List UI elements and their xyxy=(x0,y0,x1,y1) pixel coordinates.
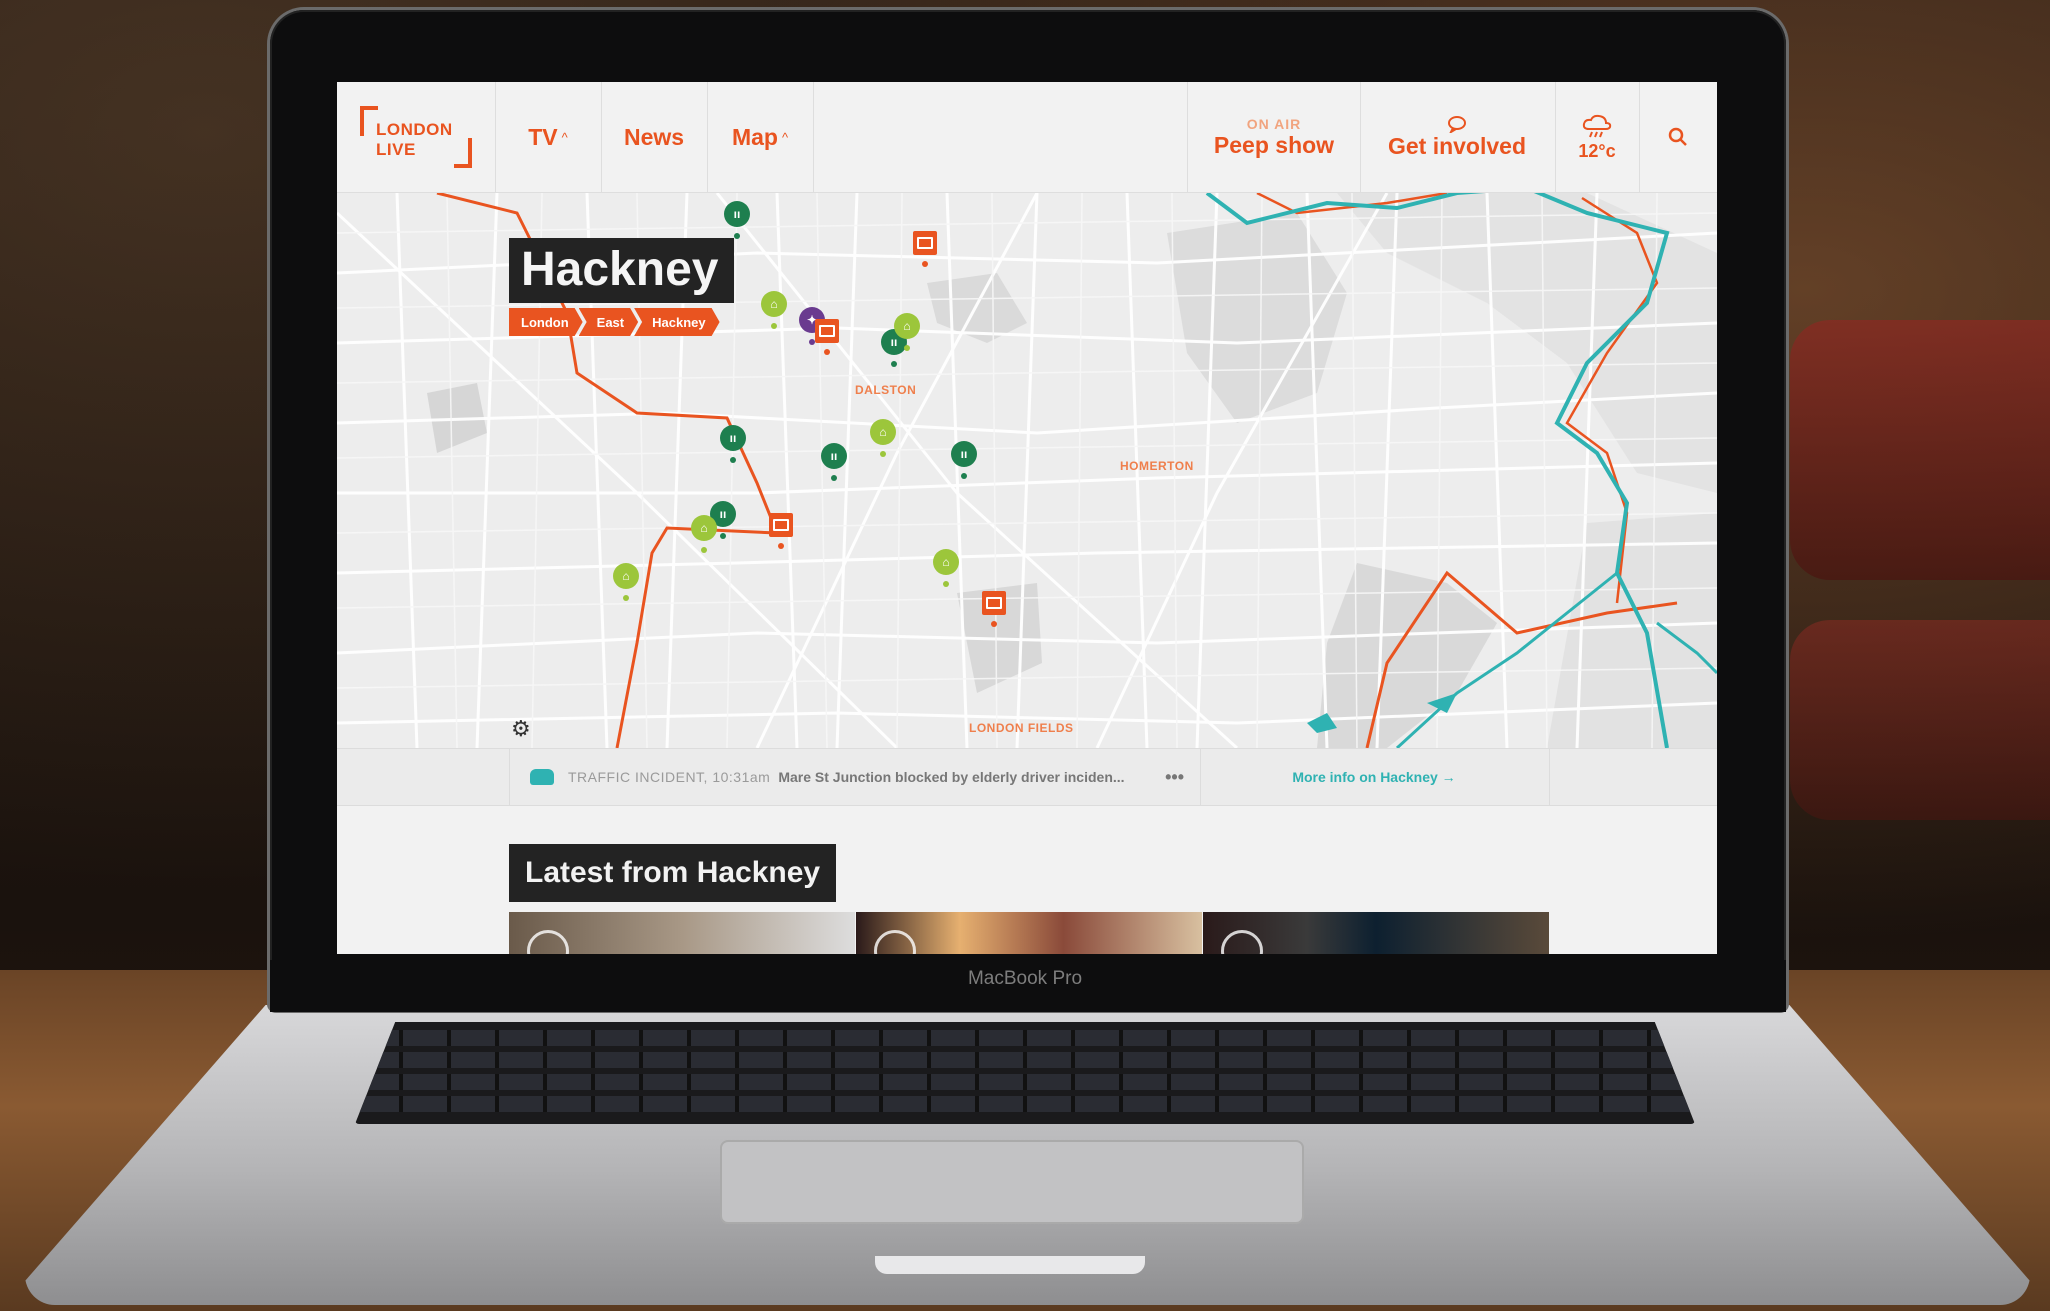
map-marker-culture[interactable]: ⌂ xyxy=(761,291,787,329)
background-chair xyxy=(1790,320,2050,580)
nav-news[interactable]: News xyxy=(601,82,708,192)
background-chair xyxy=(1790,620,2050,820)
breadcrumb: London East Hackney xyxy=(509,308,716,336)
search-button[interactable] xyxy=(1639,82,1717,192)
video-thumbnail[interactable] xyxy=(856,912,1202,954)
more-info-label: More info on Hackney → xyxy=(1292,769,1456,785)
map-marker-culture[interactable]: ⌂ xyxy=(894,313,920,351)
incident-label: TRAFFIC INCIDENT, 10:31am xyxy=(568,769,771,785)
map-marker-media[interactable] xyxy=(769,513,793,549)
weather-widget[interactable]: 12°c xyxy=(1555,82,1640,192)
map-marker-media[interactable] xyxy=(913,231,937,267)
latest-section-heading: Latest from Hackney xyxy=(509,844,837,902)
speech-bubble-icon xyxy=(1448,115,1466,133)
map-marker-culture[interactable]: ⌂ xyxy=(691,515,717,553)
traffic-incident[interactable]: TRAFFIC INCIDENT, 10:31am Mare St Juncti… xyxy=(509,749,1201,805)
latest-title: Latest from Hackney xyxy=(525,856,821,889)
more-info-link[interactable]: More info on Hackney → xyxy=(1199,749,1550,805)
map-label-homerton: HOMERTON xyxy=(1120,459,1194,473)
area-title-box: Hackney xyxy=(509,238,735,303)
top-navigation: LONDON LIVE TV ^ News Map ^ ON AIR Peep … xyxy=(337,82,1717,193)
breadcrumb-east[interactable]: East xyxy=(579,308,638,336)
keyboard xyxy=(355,1022,1695,1124)
search-icon xyxy=(1668,127,1687,146)
nav-tv[interactable]: TV ^ xyxy=(495,82,602,192)
laptop-screen: LONDON LIVE TV ^ News Map ^ ON AIR Peep … xyxy=(337,82,1717,954)
breadcrumb-hackney[interactable]: Hackney xyxy=(634,308,719,336)
nav-news-label: News xyxy=(623,123,685,150)
nav-tv-label: TV xyxy=(528,123,558,150)
logo[interactable]: LONDON LIVE xyxy=(337,82,496,192)
incident-text: Mare St Junction blocked by elderly driv… xyxy=(778,769,1125,785)
logo-text-line1: LONDON xyxy=(376,120,453,139)
map-marker-culture[interactable]: ⌂ xyxy=(933,549,959,587)
car-icon xyxy=(530,769,554,785)
video-thumbnail[interactable] xyxy=(509,912,855,954)
nav-map[interactable]: Map ^ xyxy=(707,82,814,192)
area-title: Hackney xyxy=(521,243,719,296)
get-involved-label: Get involved xyxy=(1387,132,1527,159)
on-air-label: ON AIR xyxy=(1246,115,1302,132)
play-icon xyxy=(874,930,916,954)
map-label-dalston: DALSTON xyxy=(855,383,917,397)
gear-icon[interactable]: ⚙ xyxy=(511,716,531,742)
get-involved-button[interactable]: Get involved xyxy=(1359,82,1556,192)
trackpad xyxy=(720,1140,1304,1224)
breadcrumb-london[interactable]: London xyxy=(509,308,583,336)
map-label-london-fields: LONDON FIELDS xyxy=(969,721,1074,735)
play-icon xyxy=(1221,930,1263,954)
map-marker-culture[interactable]: ⌂ xyxy=(613,563,639,601)
traffic-ticker: TRAFFIC INCIDENT, 10:31am Mare St Juncti… xyxy=(337,748,1717,806)
play-icon xyxy=(527,930,569,954)
chevron-up-icon: ^ xyxy=(781,129,789,145)
nav-map-label: Map xyxy=(731,123,778,150)
map-marker-food[interactable]: ıı xyxy=(821,443,847,481)
map-marker-culture[interactable]: ⌂ xyxy=(870,419,896,457)
map-marker-food[interactable]: ıı xyxy=(720,425,746,463)
laptop-brand: MacBook Pro xyxy=(967,968,1083,989)
more-dots-icon[interactable]: ••• xyxy=(1165,767,1184,788)
temperature: 12°c xyxy=(1578,140,1616,161)
video-thumbnail[interactable] xyxy=(1203,912,1549,954)
rain-cloud-icon xyxy=(1582,114,1612,137)
hackney-map[interactable]: Hackney London East Hackney DALSTON HOME… xyxy=(337,193,1717,748)
map-marker-food[interactable]: ıı xyxy=(724,201,750,239)
laptop-notch xyxy=(875,1256,1145,1274)
on-air-now[interactable]: ON AIR Peep show xyxy=(1187,82,1361,192)
map-marker-food[interactable]: ıı xyxy=(951,441,977,479)
chevron-up-icon: ^ xyxy=(561,129,568,145)
logo-text-line2: LIVE xyxy=(376,140,416,159)
map-marker-media[interactable] xyxy=(982,591,1006,627)
map-marker-media[interactable] xyxy=(815,319,839,355)
on-air-show: Peep show xyxy=(1213,131,1335,158)
